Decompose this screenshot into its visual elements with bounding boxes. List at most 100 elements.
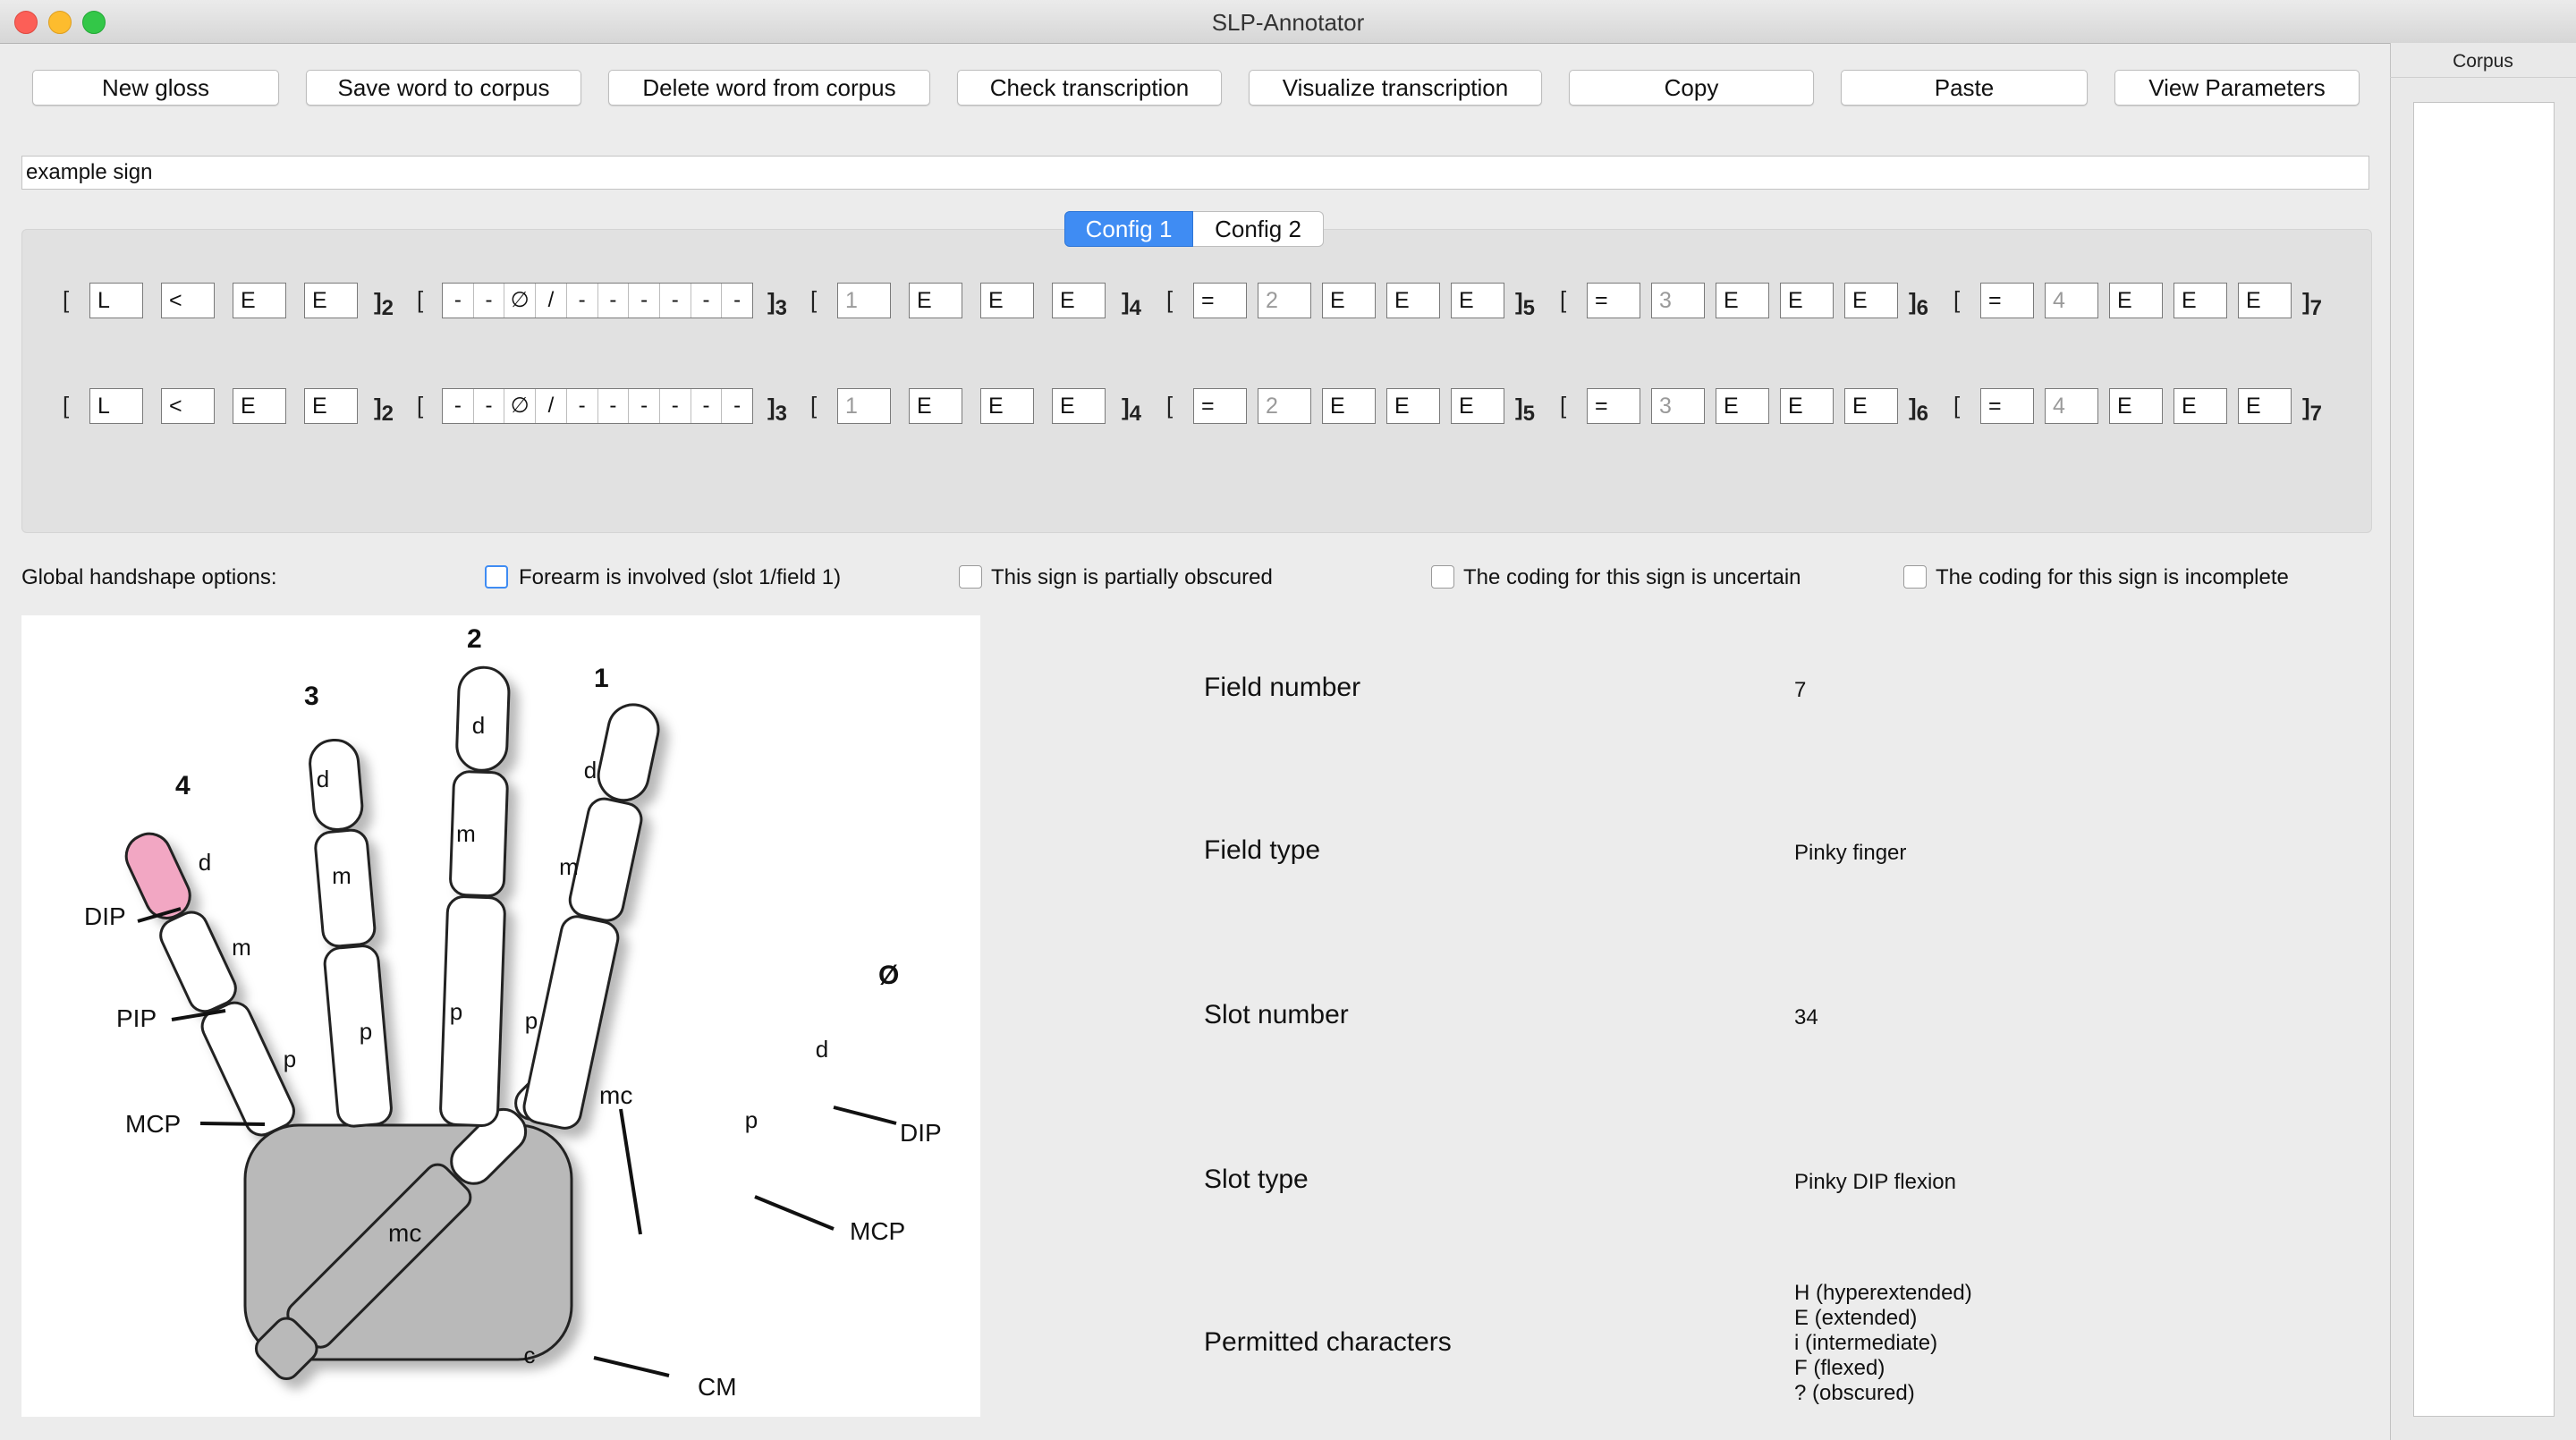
field-index: 7 <box>2309 402 2323 426</box>
check-transcription-button[interactable]: Check transcription <box>957 70 1222 106</box>
slot-input[interactable]: - <box>691 284 723 318</box>
slot-input[interactable]: - <box>660 284 691 318</box>
new-gloss-button[interactable]: New gloss <box>32 70 279 106</box>
slot-input[interactable]: E <box>1780 388 1834 424</box>
thumb-contact-slots[interactable]: - - ∅ / - - - - - - <box>442 283 753 318</box>
slot-input[interactable]: < <box>161 283 215 318</box>
slot-input[interactable]: - <box>629 389 660 423</box>
slot-input[interactable]: E <box>1451 283 1504 318</box>
slot-input[interactable]: / <box>536 389 567 423</box>
slot-input[interactable]: / <box>536 284 567 318</box>
slot-input[interactable]: = <box>1980 388 2034 424</box>
paste-button[interactable]: Paste <box>1841 70 2088 106</box>
slot-input[interactable]: 2 <box>1258 283 1311 318</box>
slot-input[interactable]: = <box>1193 388 1247 424</box>
slot-input[interactable]: E <box>233 283 286 318</box>
slot-input[interactable]: - <box>722 284 752 318</box>
bracket-open: [ <box>63 392 70 419</box>
slot-input[interactable]: E <box>980 283 1034 318</box>
forearm-checkbox[interactable] <box>485 565 508 589</box>
svg-text:d: d <box>317 766 329 792</box>
label-thumb-mcp: MCP <box>850 1217 905 1245</box>
slot-input[interactable]: 4 <box>2045 283 2098 318</box>
slot-input[interactable]: = <box>1587 388 1640 424</box>
view-parameters-button[interactable]: View Parameters <box>2114 70 2360 106</box>
slot-input[interactable]: 1 <box>837 283 891 318</box>
slot-input[interactable]: - <box>443 284 474 318</box>
slot-input[interactable]: E <box>1844 388 1898 424</box>
slot-input[interactable]: E <box>233 388 286 424</box>
corpus-list[interactable] <box>2413 102 2555 1417</box>
slot-input[interactable]: E <box>1451 388 1504 424</box>
slot-input[interactable]: = <box>1193 283 1247 318</box>
slot-input[interactable]: E <box>1716 388 1769 424</box>
slot-input[interactable]: E <box>909 388 962 424</box>
obscured-checkbox[interactable] <box>959 565 982 589</box>
slot-input[interactable]: - <box>443 389 474 423</box>
slot-input[interactable]: < <box>161 388 215 424</box>
slot-input[interactable]: - <box>598 284 630 318</box>
slot-input[interactable]: L <box>89 283 143 318</box>
bracket-close: ]2 <box>374 288 394 320</box>
slot-input[interactable]: ∅ <box>504 389 537 423</box>
tab-config-2[interactable]: Config 2 <box>1193 211 1324 247</box>
slot-input[interactable]: 3 <box>1651 283 1705 318</box>
slot-input[interactable]: - <box>691 389 723 423</box>
slot-input[interactable]: E <box>1386 283 1440 318</box>
bracket-close: ]4 <box>1122 394 1142 426</box>
slot-input[interactable]: - <box>722 389 752 423</box>
slot-input[interactable]: E <box>2238 388 2292 424</box>
slot-input[interactable]: ∅ <box>504 284 537 318</box>
bracket-open: [ <box>63 286 70 313</box>
slot-input[interactable]: E <box>980 388 1034 424</box>
visualize-transcription-button[interactable]: Visualize transcription <box>1249 70 1542 106</box>
slot-input[interactable]: = <box>1587 283 1640 318</box>
slot-input[interactable]: E <box>1052 388 1106 424</box>
slot-number-label: Slot number <box>1204 1000 1349 1029</box>
slot-input[interactable]: E <box>2109 388 2163 424</box>
uncertain-checkbox[interactable] <box>1431 565 1454 589</box>
slot-input[interactable]: E <box>2238 283 2292 318</box>
slot-input[interactable]: 1 <box>837 388 891 424</box>
slot-input[interactable]: E <box>304 283 358 318</box>
obscured-option-label: This sign is partially obscured <box>991 565 1273 589</box>
slot-input[interactable]: E <box>1844 283 1898 318</box>
tab-config-1[interactable]: Config 1 <box>1064 211 1193 247</box>
slot-input[interactable]: L <box>89 388 143 424</box>
slot-input[interactable]: E <box>1322 283 1376 318</box>
slot-input[interactable]: E <box>304 388 358 424</box>
global-options-label: Global handshape options: <box>21 565 277 589</box>
slot-input[interactable]: 4 <box>2045 388 2098 424</box>
slot-input[interactable]: E <box>1052 283 1106 318</box>
slot-input[interactable]: E <box>1780 283 1834 318</box>
slot-input[interactable]: = <box>1980 283 2034 318</box>
slot-input[interactable]: - <box>474 284 505 318</box>
slot-input[interactable]: E <box>1716 283 1769 318</box>
slot-input[interactable]: - <box>567 389 598 423</box>
permitted-char: ? (obscured) <box>1794 1381 1915 1405</box>
slot-input[interactable]: E <box>2174 283 2227 318</box>
slot-input[interactable]: E <box>2174 388 2227 424</box>
slot-input[interactable]: 3 <box>1651 388 1705 424</box>
slot-input[interactable]: 2 <box>1258 388 1311 424</box>
svg-text:d: d <box>199 849 211 876</box>
slot-input[interactable]: - <box>660 389 691 423</box>
label-thumb-dip: DIP <box>900 1119 942 1147</box>
slot-input[interactable]: - <box>598 389 630 423</box>
slot-type-label: Slot type <box>1204 1165 1309 1194</box>
slot-input[interactable]: E <box>909 283 962 318</box>
title-bar: SLP-Annotator <box>0 0 2576 44</box>
bracket-open: [ <box>1166 286 1174 313</box>
slot-input[interactable]: E <box>1322 388 1376 424</box>
copy-button[interactable]: Copy <box>1569 70 1814 106</box>
slot-input[interactable]: - <box>629 284 660 318</box>
slot-input[interactable]: - <box>474 389 505 423</box>
slot-input[interactable]: E <box>2109 283 2163 318</box>
slot-input[interactable]: E <box>1386 388 1440 424</box>
delete-word-button[interactable]: Delete word from corpus <box>608 70 930 106</box>
thumb-contact-slots[interactable]: - - ∅ / - - - - - - <box>442 388 753 424</box>
save-word-button[interactable]: Save word to corpus <box>306 70 581 106</box>
incomplete-checkbox[interactable] <box>1903 565 1927 589</box>
slot-input[interactable]: - <box>567 284 598 318</box>
gloss-input[interactable]: example sign <box>21 156 2369 190</box>
